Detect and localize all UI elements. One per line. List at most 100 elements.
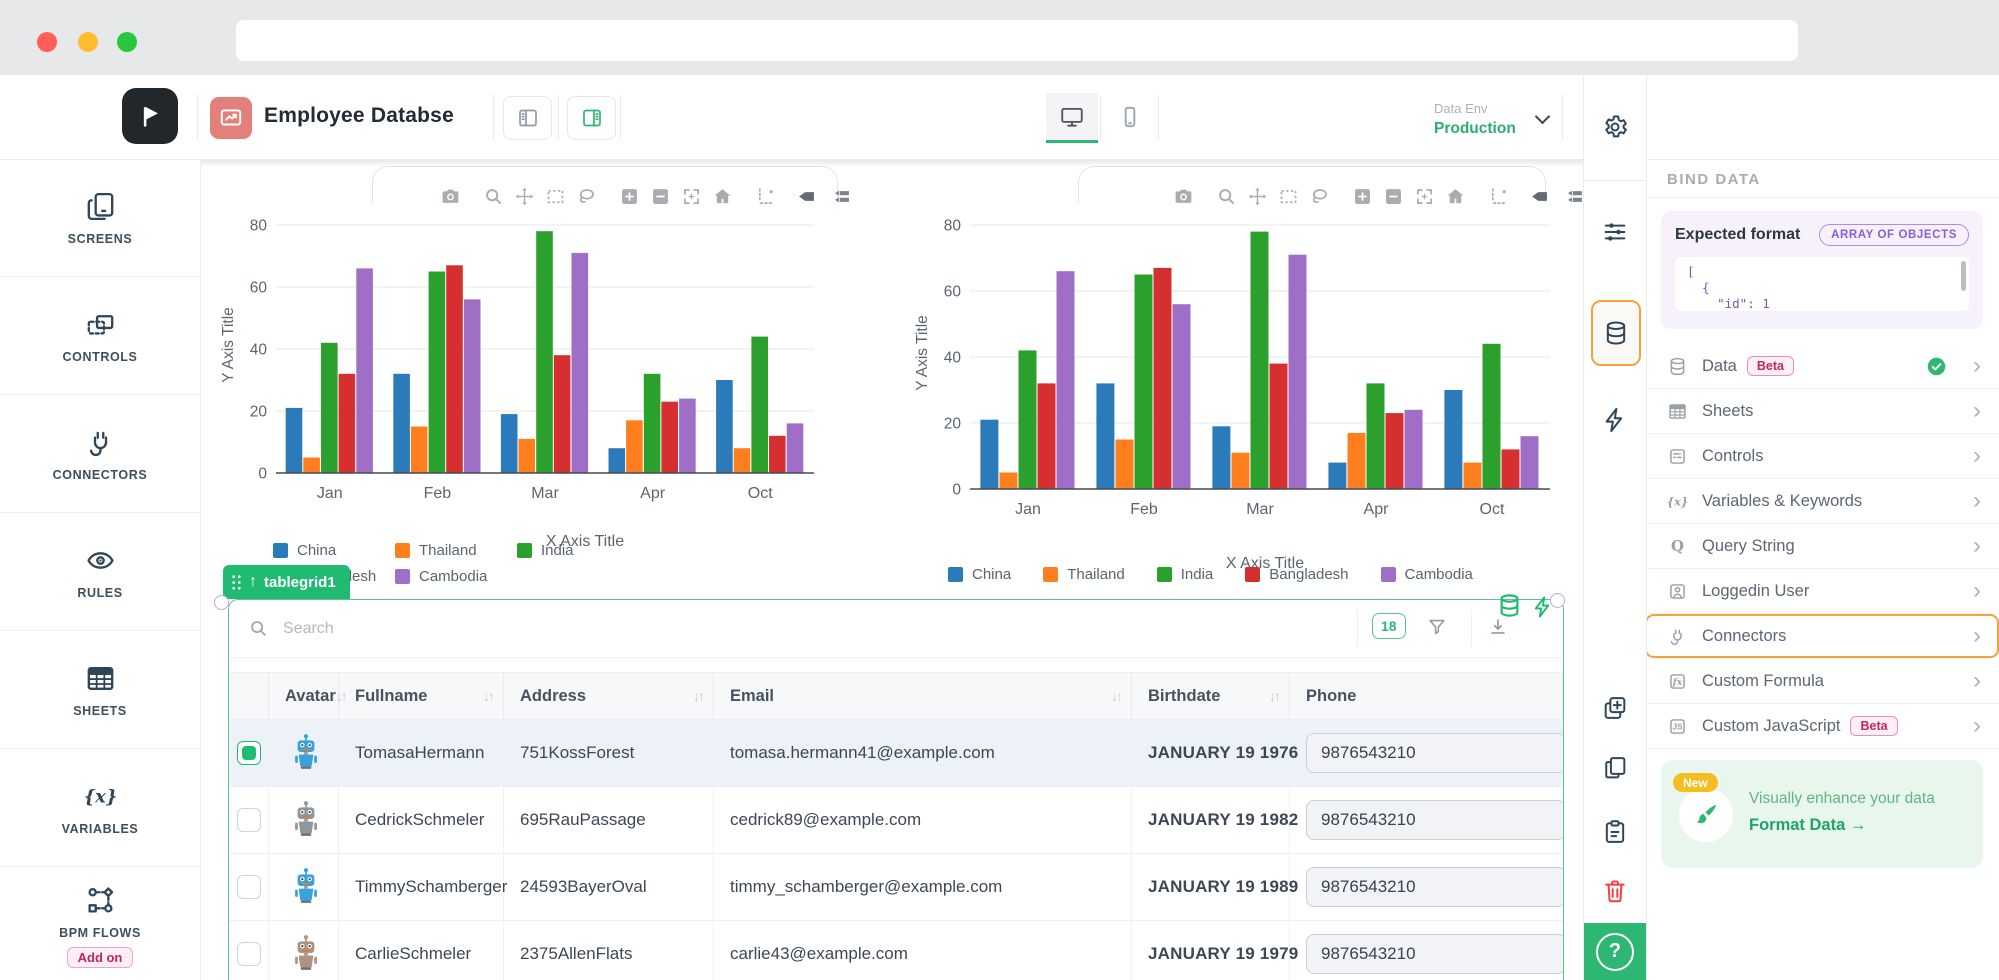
bind-option-custom-javascript[interactable]: JS Custom JavaScript Beta › xyxy=(1645,704,1999,749)
tool-settings[interactable] xyxy=(1601,113,1629,141)
modebar-snapshot-icon[interactable] xyxy=(440,186,461,207)
modebar-zoom-out-icon[interactable] xyxy=(650,186,671,207)
format-example-code[interactable]: [ { "id": 1 xyxy=(1675,257,1969,311)
sidebar-item-controls[interactable]: CONTROLS xyxy=(0,277,200,395)
sidebar-item-bpm-flows[interactable]: BPM FLOWS Add on xyxy=(0,867,200,980)
modebar-box-select-icon[interactable] xyxy=(1278,186,1299,207)
phone-value[interactable]: 9876543210 xyxy=(1306,800,1564,840)
url-input[interactable] xyxy=(236,20,1798,61)
legend-item-china[interactable]: China xyxy=(273,537,395,563)
modebar-snapshot-icon[interactable] xyxy=(1173,186,1194,207)
format-data-link[interactable]: Format Data → xyxy=(1749,816,1866,835)
modebar-reset-axes-icon[interactable] xyxy=(1445,186,1466,207)
tool-properties[interactable] xyxy=(1601,218,1629,246)
mobile-layout-button[interactable] xyxy=(567,96,616,140)
table-row[interactable]: CarlieSchmeler 2375AllenFlats carlie43@e… xyxy=(229,921,1563,980)
modebar-spikelines-icon[interactable] xyxy=(1488,186,1509,207)
window-close-button[interactable] xyxy=(37,32,57,52)
bar-chart-1[interactable]: 020406080Y Axis TitleJanFebMarAprOct xyxy=(218,207,824,507)
tool-actions[interactable] xyxy=(1601,406,1629,434)
bar-chart-2[interactable]: 020406080Y Axis TitleJanFebMarAprOct xyxy=(912,207,1560,523)
search-input[interactable] xyxy=(281,612,985,646)
row-checkbox[interactable] xyxy=(237,942,261,966)
sidebar-item-variables[interactable]: {x} VARIABLES xyxy=(0,749,200,867)
mobile-preview-toggle[interactable] xyxy=(1104,93,1156,140)
bind-option-loggedin-user[interactable]: Loggedin User › xyxy=(1645,569,1999,614)
column-header-phone[interactable]: Phone xyxy=(1290,673,1563,719)
desktop-layout-button[interactable] xyxy=(503,96,552,140)
bind-option-connectors[interactable]: Connectors › xyxy=(1645,614,1999,659)
modebar-autoscale-icon[interactable] xyxy=(681,186,702,207)
column-header-avatar[interactable]: Avatar↓↑ xyxy=(269,673,339,719)
selected-control-badge[interactable]: ↑ tablegrid1 xyxy=(223,565,350,599)
modebar-pan-icon[interactable] xyxy=(1247,186,1268,207)
modebar-zoom-icon[interactable] xyxy=(1216,186,1237,207)
help-button[interactable]: ? xyxy=(1584,923,1646,980)
bind-option-controls[interactable]: Controls › xyxy=(1645,434,1999,479)
modebar-zoom-in-icon[interactable] xyxy=(619,186,640,207)
phone-value[interactable]: 9876543210 xyxy=(1306,934,1564,974)
browser-url-bar[interactable] xyxy=(236,20,1798,61)
row-checkbox[interactable] xyxy=(237,808,261,832)
legend-item-thailand[interactable]: Thailand xyxy=(395,537,517,563)
sidebar-item-rules[interactable]: RULES xyxy=(0,513,200,631)
sidebar-item-sheets[interactable]: SHEETS xyxy=(0,631,200,749)
tool-copy[interactable] xyxy=(1601,754,1629,782)
select-parent-icon[interactable]: ↑ xyxy=(249,573,257,591)
column-header-email[interactable]: Email↓↑ xyxy=(714,673,1132,719)
chevron-down-icon[interactable] xyxy=(1535,109,1551,125)
download-icon[interactable] xyxy=(1487,616,1509,638)
filter-icon[interactable] xyxy=(1426,616,1448,638)
phone-value[interactable]: 9876543210 xyxy=(1306,733,1564,773)
modebar-hover-compare-icon[interactable] xyxy=(831,186,852,207)
modebar-hover-closest-icon[interactable] xyxy=(796,186,817,207)
column-header-fullname[interactable]: Fullname↓↑ xyxy=(339,673,504,719)
drag-handle-icon[interactable] xyxy=(231,574,242,591)
bind-option-custom-formula[interactable]: fx Custom Formula › xyxy=(1645,659,1999,704)
phone-value[interactable]: 9876543210 xyxy=(1306,867,1564,907)
bind-option-query-string[interactable]: Q Query String › xyxy=(1645,524,1999,569)
modebar-zoom-in-icon[interactable] xyxy=(1352,186,1373,207)
column-header-address[interactable]: Address↓↑ xyxy=(504,673,714,719)
sort-icon[interactable]: ↓↑ xyxy=(1111,688,1121,704)
sidebar-item-connectors[interactable]: CONNECTORS xyxy=(0,395,200,513)
tool-bind-data[interactable] xyxy=(1591,300,1641,366)
desktop-preview-toggle[interactable] xyxy=(1046,93,1098,143)
row-checkbox[interactable] xyxy=(237,741,261,765)
modebar-hover-closest-icon[interactable] xyxy=(1529,186,1550,207)
sort-icon[interactable]: ↓↑ xyxy=(693,688,703,704)
tool-delete[interactable] xyxy=(1601,877,1629,905)
scrollbar-thumb[interactable] xyxy=(1961,261,1966,291)
bind-data-quick-icon[interactable] xyxy=(1496,592,1523,619)
modebar-spikelines-icon[interactable] xyxy=(755,186,776,207)
legend-item-cambodia[interactable]: Cambodia xyxy=(1381,561,1473,587)
tool-add[interactable] xyxy=(1601,694,1629,722)
actions-quick-icon[interactable] xyxy=(1531,595,1555,619)
tool-paste[interactable] xyxy=(1601,818,1629,846)
modebar-box-select-icon[interactable] xyxy=(545,186,566,207)
legend-item-india[interactable]: India xyxy=(1157,561,1214,587)
legend-item-thailand[interactable]: Thailand xyxy=(1043,561,1125,587)
data-env-value[interactable]: Production xyxy=(1434,120,1516,138)
table-row[interactable]: CedrickSchmeler 695RauPassage cedrick89@… xyxy=(229,787,1563,854)
sidebar-item-screens[interactable]: SCREENS xyxy=(0,159,200,277)
modebar-autoscale-icon[interactable] xyxy=(1414,186,1435,207)
sort-icon[interactable]: ↓↑ xyxy=(483,688,493,704)
modebar-lasso-icon[interactable] xyxy=(576,186,597,207)
column-header-birthdate[interactable]: Birthdate↓↑ xyxy=(1132,673,1290,719)
sort-icon[interactable]: ↓↑ xyxy=(1269,688,1279,704)
row-checkbox[interactable] xyxy=(237,875,261,899)
modebar-zoom-out-icon[interactable] xyxy=(1383,186,1404,207)
table-row[interactable]: TomasaHermann 751KossForest tomasa.herma… xyxy=(229,720,1563,787)
modebar-zoom-icon[interactable] xyxy=(483,186,504,207)
legend-item-china[interactable]: China xyxy=(948,561,1011,587)
modebar-lasso-icon[interactable] xyxy=(1309,186,1330,207)
bind-option-data[interactable]: Data Beta › xyxy=(1645,344,1999,389)
resize-handle[interactable] xyxy=(214,595,229,610)
bind-option-sheets[interactable]: Sheets › xyxy=(1645,389,1999,434)
window-maximize-button[interactable] xyxy=(117,32,137,52)
app-logo[interactable] xyxy=(122,88,178,144)
modebar-pan-icon[interactable] xyxy=(514,186,535,207)
window-minimize-button[interactable] xyxy=(78,32,98,52)
bind-option-variables-keywords[interactable]: {x} Variables & Keywords › xyxy=(1645,479,1999,524)
